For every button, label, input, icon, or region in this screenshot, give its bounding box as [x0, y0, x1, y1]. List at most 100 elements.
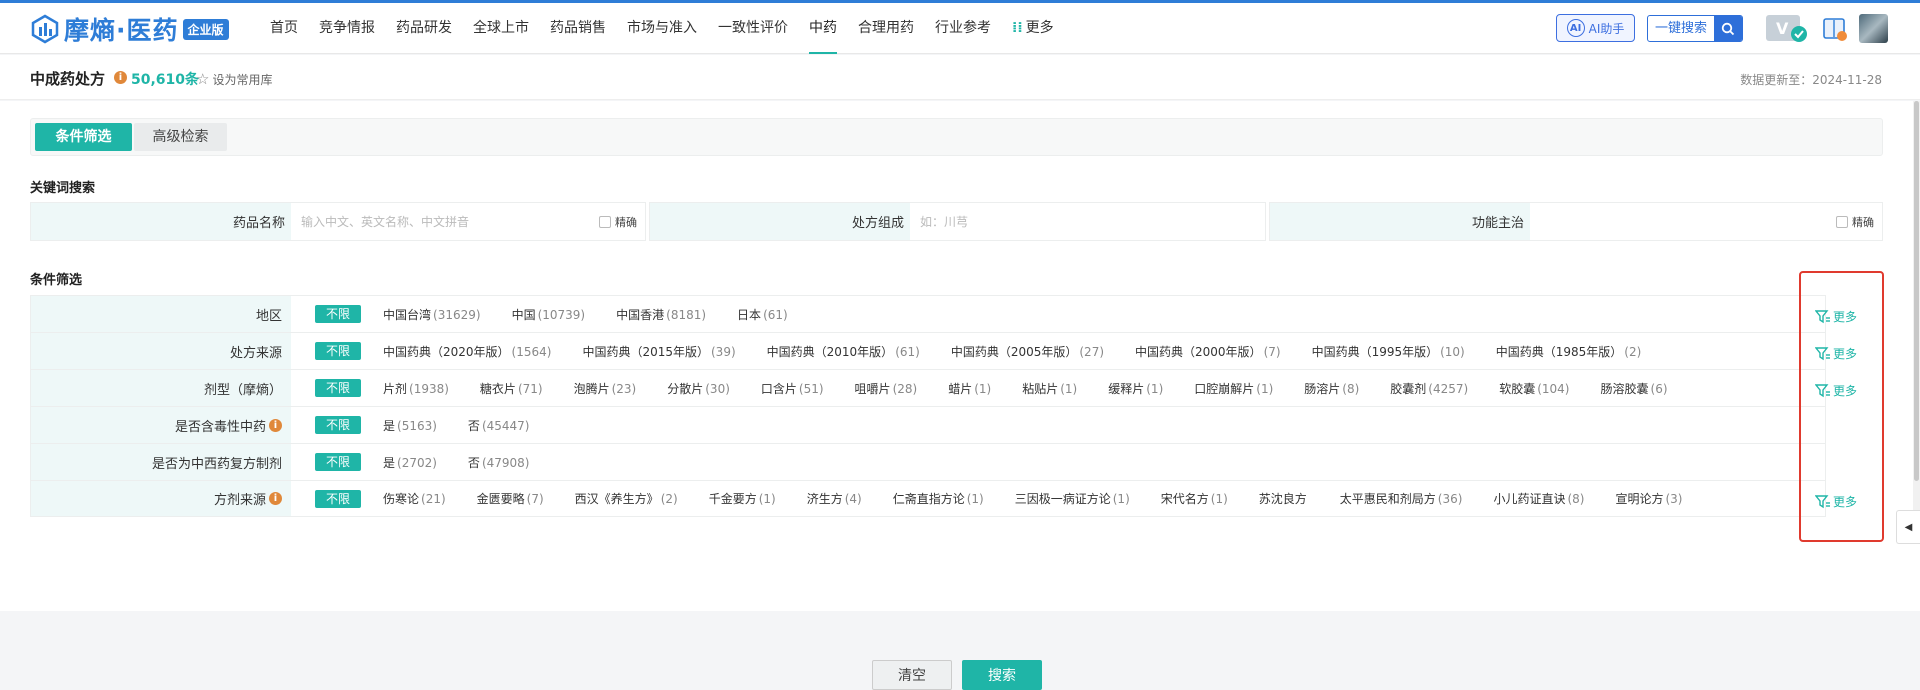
set-favorite-button[interactable]: ☆ 设为常用库 — [196, 70, 272, 88]
ai-assistant-button[interactable]: AI AI助手 — [1556, 14, 1635, 42]
filter-option[interactable]: 宣明论方 (3) — [1615, 490, 1682, 507]
filter-option[interactable]: 糖衣片 (71) — [480, 380, 543, 397]
filter-option[interactable]: 中国药典（1985年版） (2) — [1496, 343, 1642, 360]
filter-options: 不限 中国台湾 (31629) 中国 (10739) 中国香港 (8181) 日本 (61) — [291, 296, 819, 332]
filter-option[interactable]: 中国药典（2010年版） (61) — [767, 343, 920, 360]
function-exact-checkbox[interactable]: 精确 — [1836, 203, 1882, 240]
nav-rd[interactable]: 药品研发 — [396, 3, 452, 54]
filter-option[interactable]: 泡腾片 (23) — [574, 380, 637, 397]
unlimited-option[interactable]: 不限 — [315, 379, 361, 397]
book-icon[interactable] — [1822, 16, 1848, 42]
filter-option[interactable]: 肠溶片 (8) — [1304, 380, 1359, 397]
filter-option[interactable]: 口含片 (51) — [761, 380, 824, 397]
filter-option-name: 肠溶片 — [1304, 381, 1341, 396]
filter-option[interactable]: 小儿药证直诀 (8) — [1493, 490, 1584, 507]
filter-option[interactable]: 胶囊剂 (4257) — [1390, 380, 1468, 397]
nav-consistency[interactable]: 一致性评价 — [718, 3, 788, 54]
more-filter-source[interactable]: 更多 — [1815, 345, 1857, 362]
more-filter-region[interactable]: 更多 — [1815, 308, 1857, 325]
filter-option[interactable]: 三因极一病证方论 (1) — [1015, 490, 1130, 507]
brand-name: 摩熵·医药 — [64, 16, 179, 45]
filter-option[interactable]: 金匮要略 (7) — [477, 490, 544, 507]
filter-option[interactable]: 口腔崩解片 (1) — [1194, 380, 1273, 397]
drug-name-input[interactable] — [291, 203, 599, 240]
unlimited-option[interactable]: 不限 — [315, 342, 361, 360]
clear-button[interactable]: 清空 — [872, 660, 952, 690]
filter-option[interactable]: 中国药典（2015年版） (39) — [582, 343, 735, 360]
more-filter-prescription-source[interactable]: 更多 — [1815, 493, 1857, 510]
page-scrollbar[interactable] — [1913, 101, 1920, 521]
filter-option[interactable]: 蜡片 (1) — [948, 380, 991, 397]
nav-home[interactable]: 首页 — [270, 3, 298, 54]
tab-advanced-search[interactable]: 高级检索 — [134, 123, 227, 151]
filter-option-count: (4257) — [1428, 381, 1469, 396]
filter-option[interactable]: 否 (45447) — [468, 417, 530, 434]
filter-option[interactable]: 是 (5163) — [383, 417, 437, 434]
filter-option[interactable]: 中国香港 (8181) — [616, 306, 706, 323]
nav-sales[interactable]: 药品销售 — [550, 3, 606, 54]
filter-option[interactable]: 软胶囊 (104) — [1499, 380, 1569, 397]
checkbox-icon — [1836, 215, 1848, 228]
filter-option[interactable]: 济生方 (4) — [807, 490, 862, 507]
search-button[interactable]: 搜索 — [962, 660, 1042, 690]
filter-option[interactable]: 分散片 (30) — [667, 380, 730, 397]
filter-option[interactable]: 中国药典（1995年版） (10) — [1312, 343, 1465, 360]
nav-market-access[interactable]: 市场与准入 — [627, 3, 697, 54]
nav-more[interactable]: ⁞⁞ 更多 — [1012, 3, 1054, 54]
filter-option[interactable]: 太平惠民和剂局方 (36) — [1340, 490, 1463, 507]
filter-option-count: (27) — [1079, 344, 1105, 359]
tab-condition-filter[interactable]: 条件筛选 — [35, 123, 132, 151]
quick-search-button[interactable]: 一键搜索 — [1647, 15, 1743, 42]
nav-global-launch[interactable]: 全球上市 — [473, 3, 529, 54]
filter-option[interactable]: 中国台湾 (31629) — [383, 306, 481, 323]
filter-option-name: 三因极一病证方论 — [1014, 492, 1111, 506]
filter-option[interactable]: 千金要方 (1) — [709, 490, 776, 507]
function-input[interactable] — [1530, 203, 1836, 240]
info-icon[interactable]: i — [269, 492, 282, 505]
filter-option[interactable]: 中国药典（2020年版） (1564) — [383, 343, 551, 360]
filter-option[interactable]: 仁斋直指方论 (1) — [893, 490, 984, 507]
unlimited-option[interactable]: 不限 — [315, 489, 361, 508]
info-icon[interactable]: i — [114, 71, 127, 84]
filter-option[interactable]: 苏沈良方 — [1259, 490, 1309, 507]
unlimited-option[interactable]: 不限 — [315, 416, 361, 434]
composition-input[interactable] — [910, 203, 1265, 240]
nav-competition[interactable]: 竞争情报 — [319, 3, 375, 54]
filter-option[interactable]: 咀嚼片 (28) — [855, 380, 918, 397]
filter-option-count: (28) — [892, 381, 918, 396]
nav-rational-use[interactable]: 合理用药 — [858, 3, 914, 54]
unlimited-option[interactable]: 不限 — [315, 305, 361, 323]
filter-option[interactable]: 宋代名方 (1) — [1161, 490, 1228, 507]
user-avatar[interactable] — [1859, 14, 1888, 43]
info-icon[interactable]: i — [269, 418, 282, 432]
more-filter-dosage[interactable]: 更多 — [1815, 382, 1857, 399]
brand-logo[interactable]: 摩熵·医药 企业版 — [30, 12, 229, 46]
drug-name-exact-checkbox[interactable]: 精确 — [599, 203, 645, 240]
filter-option[interactable]: 是 (2702) — [383, 454, 437, 471]
filter-option[interactable]: 日本 (61) — [737, 306, 788, 323]
filter-option[interactable]: 粘贴片 (1) — [1022, 380, 1077, 397]
filter-option[interactable]: 中国药典（2000年版） (7) — [1135, 343, 1281, 360]
filter-option[interactable]: 西汉《养生方》 (2) — [575, 490, 678, 507]
filter-label-text: 剂型（摩熵） — [203, 382, 282, 398]
keyword-fields: 药品名称 精确 处方组成 功能主治 精确 — [30, 202, 1883, 241]
collapse-side-panel-button[interactable]: ◀ — [1896, 510, 1920, 544]
filter-option[interactable]: 片剂 (1938) — [383, 380, 449, 397]
nav-industry[interactable]: 行业参考 — [935, 3, 991, 54]
filter-option-count: (71) — [517, 381, 543, 396]
unlimited-option[interactable]: 不限 — [315, 453, 361, 471]
filter-option-count: (36) — [1437, 492, 1463, 506]
filter-option-count: (8) — [1567, 492, 1585, 506]
filter-funnel-icon — [1815, 383, 1830, 397]
filter-funnel-icon — [1815, 494, 1830, 508]
filter-option-name: 是 — [383, 455, 396, 470]
filter-option[interactable]: 肠溶胶囊 (6) — [1601, 380, 1668, 397]
nav-tcm[interactable]: 中药 — [809, 3, 837, 54]
filter-option[interactable]: 中国药典（2005年版） (27) — [951, 343, 1104, 360]
filter-option[interactable]: 伤寒论 (21) — [383, 490, 446, 507]
vip-icon[interactable]: V — [1765, 14, 1811, 44]
scrollbar-thumb[interactable] — [1914, 101, 1919, 481]
filter-option[interactable]: 中国 (10739) — [512, 306, 586, 323]
filter-option[interactable]: 否 (47908) — [468, 454, 530, 471]
filter-option[interactable]: 缓释片 (1) — [1108, 380, 1163, 397]
